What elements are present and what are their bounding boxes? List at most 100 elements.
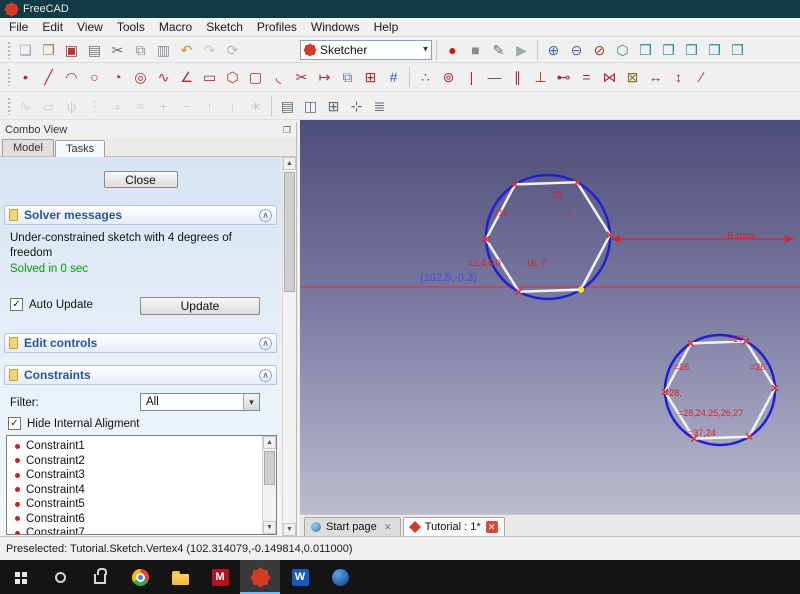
macro-edit-icon[interactable]: ✎ (487, 39, 510, 61)
macro-play-icon[interactable]: ▶ (510, 39, 533, 61)
increase-knot-multiplicity-icon[interactable]: ↑ (198, 95, 221, 117)
create-polygon-icon[interactable]: ⬡ (221, 66, 244, 88)
tab-close-icon[interactable]: ✕ (382, 521, 394, 533)
close-task-button[interactable]: Close (104, 171, 178, 188)
toolbar-drag-handle[interactable] (7, 97, 11, 115)
trim-edge-icon[interactable]: ✂ (290, 66, 313, 88)
constraint-list-item[interactable]: Constraint5 (11, 497, 260, 512)
update-button[interactable]: Update (140, 297, 260, 315)
file-explorer-icon[interactable] (160, 560, 200, 594)
undo-icon[interactable]: ↶ (175, 39, 198, 61)
constrain-perpendicular-icon[interactable]: ⊥ (529, 66, 552, 88)
3d-viewport[interactable]: 8 mm (102.5,-0.3) 10=11===1,4,5,016, 7=2… (300, 120, 800, 514)
scrollbar-thumb[interactable] (284, 172, 295, 292)
scroll-up-icon[interactable]: ▲ (283, 157, 296, 170)
menu-item[interactable]: File (2, 18, 35, 36)
section-solver-messages[interactable]: Solver messages ∧ (4, 205, 277, 225)
hexagon-2[interactable] (665, 341, 775, 438)
bspline-knot-multiplicity-icon[interactable]: ⋮ (83, 95, 106, 117)
collapse-chevron-icon[interactable]: ∧ (259, 369, 272, 382)
refresh-icon[interactable]: ⟳ (221, 39, 244, 61)
menu-item[interactable]: View (70, 18, 110, 36)
print-icon[interactable]: ▤ (83, 39, 106, 61)
snap-toggle-icon[interactable]: ⊹ (345, 95, 368, 117)
view-rear-icon[interactable]: ❒ (703, 39, 726, 61)
copy-icon[interactable]: ⧉ (129, 39, 152, 61)
float-panel-icon[interactable]: ❐ (283, 125, 291, 136)
search-icon[interactable] (40, 560, 80, 594)
constrain-vertical-icon[interactable]: | (460, 66, 483, 88)
menu-item[interactable]: Help (367, 18, 406, 36)
tab-close-icon[interactable]: ✕ (486, 521, 498, 533)
bspline-pole-weight-icon[interactable]: ∘ (106, 95, 129, 117)
create-slot-icon[interactable]: ▢ (244, 66, 267, 88)
store-icon[interactable] (80, 560, 120, 594)
start-button[interactable] (0, 560, 40, 594)
dimension-line-8mm[interactable] (611, 236, 794, 242)
tab-model[interactable]: Model (2, 139, 54, 156)
select-elements-icon[interactable]: ▤ (276, 95, 299, 117)
constraint-list-item[interactable]: Constraint1 (11, 439, 260, 454)
menu-item[interactable]: Windows (304, 18, 367, 36)
create-fillet-icon[interactable]: ◟ (267, 66, 290, 88)
external-geometry-icon[interactable]: ⧉ (336, 66, 359, 88)
construction-circle-1[interactable] (486, 175, 610, 299)
create-polyline-icon[interactable]: ∠ (175, 66, 198, 88)
toolbar-drag-handle[interactable] (7, 68, 11, 86)
increase-bspline-degree-icon[interactable]: + (152, 95, 175, 117)
menu-item[interactable]: Tools (110, 18, 152, 36)
constraint-filter-select[interactable]: All ▾ (140, 393, 260, 411)
carbon-copy-icon[interactable]: ⊞ (359, 66, 382, 88)
redo-icon[interactable]: ↷ (198, 39, 221, 61)
virtual-space-icon[interactable]: ◫ (299, 95, 322, 117)
tab-start-page[interactable]: Start page ✕ (304, 517, 401, 536)
constraint-list-item[interactable]: Constraint2 (11, 454, 260, 469)
convert-to-nurbs-icon[interactable]: ≈ (129, 95, 152, 117)
workbench-selector[interactable]: Sketcher ▾ (300, 40, 432, 60)
extend-edge-icon[interactable]: ↦ (313, 66, 336, 88)
constraint-list-scrollbar[interactable]: ▲ ▼ (262, 436, 276, 534)
zoom-in-icon[interactable]: ⊕ (542, 39, 565, 61)
create-ellipse-icon[interactable]: ◎ (129, 66, 152, 88)
maple-icon[interactable]: M (200, 560, 240, 594)
preselected-vertex[interactable] (578, 286, 584, 292)
collapse-chevron-icon[interactable]: ∧ (259, 209, 272, 222)
scroll-down-icon[interactable]: ▼ (263, 521, 276, 534)
menu-item[interactable]: Profiles (250, 18, 304, 36)
zoom-out-icon[interactable]: ⊖ (565, 39, 588, 61)
bspline-degree-icon[interactable]: ∿ (14, 95, 37, 117)
toolbar-drag-handle[interactable] (7, 41, 11, 59)
scroll-up-icon[interactable]: ▲ (263, 436, 276, 449)
construction-circle-2[interactable] (665, 335, 775, 445)
constrain-lock-icon[interactable]: ⊠ (621, 66, 644, 88)
toggle-construction-icon[interactable]: # (382, 66, 405, 88)
constrain-point-on-object-icon[interactable]: ⊚ (437, 66, 460, 88)
create-arc-icon[interactable]: ◠ (60, 66, 83, 88)
word-icon[interactable]: W (280, 560, 320, 594)
constraint-list-item[interactable]: Constraint7 (11, 526, 260, 535)
macro-stop-icon[interactable]: ■ (464, 39, 487, 61)
bspline-control-polygon-icon[interactable]: ▱ (37, 95, 60, 117)
cut-icon[interactable]: ✂ (106, 39, 129, 61)
create-bspline-icon[interactable]: ∿ (152, 66, 175, 88)
insert-knot-icon[interactable]: ∗ (244, 95, 267, 117)
decrease-bspline-degree-icon[interactable]: − (175, 95, 198, 117)
scrollbar-thumb[interactable] (264, 451, 275, 485)
grid-toggle-icon[interactable]: ⊞ (322, 95, 345, 117)
collapse-chevron-icon[interactable]: ∧ (259, 337, 272, 350)
view-top-icon[interactable]: ❒ (657, 39, 680, 61)
constrain-horizontal-icon[interactable]: — (483, 66, 506, 88)
tab-tutorial[interactable]: Tutorial : 1* ✕ (403, 517, 505, 536)
constrain-equal-icon[interactable]: = (575, 66, 598, 88)
section-edit-controls[interactable]: Edit controls ∧ (4, 333, 277, 353)
tab-tasks[interactable]: Tasks (55, 140, 105, 157)
constrain-symmetric-icon[interactable]: ⋈ (598, 66, 621, 88)
globe-app-icon[interactable] (320, 560, 360, 594)
section-constraints[interactable]: Constraints ∧ (4, 365, 277, 385)
constrain-coincident-icon[interactable]: ∴ (414, 66, 437, 88)
create-line-icon[interactable]: ╱ (37, 66, 60, 88)
hexagon-1[interactable] (486, 182, 610, 291)
view-right-icon[interactable]: ❒ (680, 39, 703, 61)
constraint-list-item[interactable]: Constraint3 (11, 468, 260, 483)
constrain-parallel-icon[interactable]: ∥ (506, 66, 529, 88)
